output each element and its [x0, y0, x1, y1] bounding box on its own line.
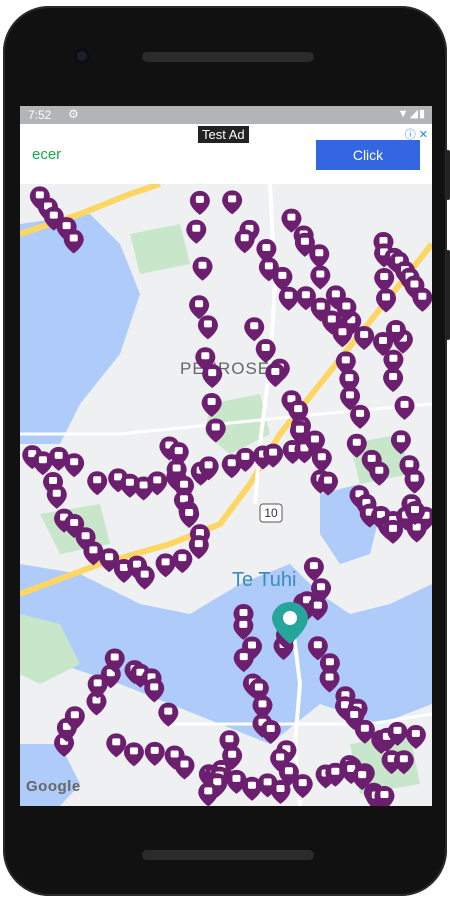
power-button [446, 150, 450, 200]
ad-brand[interactable]: ecer [32, 146, 61, 163]
front-camera [74, 48, 90, 64]
status-icons: ▼◢▮ [398, 107, 426, 120]
place-label-penrose: PENROSE [180, 359, 270, 378]
wifi-icon: ▼ [397, 108, 410, 120]
status-bar: 7:52 ⚙ ▼◢▮ [20, 106, 432, 124]
ad-label: Test Ad [198, 126, 249, 143]
map-view[interactable]: 10 PENROSE Te Tuhi [20, 184, 432, 806]
signal-icon: ◢ [409, 108, 419, 120]
phone-frame: 7:52 ⚙ ▼◢▮ Test Ad ⓘ ✕ ecer Click 10 PEN… [0, 0, 450, 900]
place-label-te-tuhi: Te Tuhi [232, 569, 296, 591]
battery-icon: ▮ [418, 108, 426, 120]
earpiece-speaker [142, 52, 314, 62]
status-time: 7:52 [28, 108, 52, 122]
ad-banner[interactable]: Test Ad ⓘ ✕ ecer Click [20, 124, 432, 184]
ad-click-button[interactable]: Click [316, 140, 420, 170]
bottom-speaker [142, 850, 314, 860]
gear-icon: ⚙ [68, 107, 79, 121]
google-logo: Google [26, 778, 81, 795]
volume-button [446, 250, 450, 340]
bus-stop-pin[interactable] [374, 786, 395, 806]
road-shield-label: 10 [264, 506, 278, 520]
app-screen: 7:52 ⚙ ▼◢▮ Test Ad ⓘ ✕ ecer Click 10 PEN… [20, 106, 432, 806]
